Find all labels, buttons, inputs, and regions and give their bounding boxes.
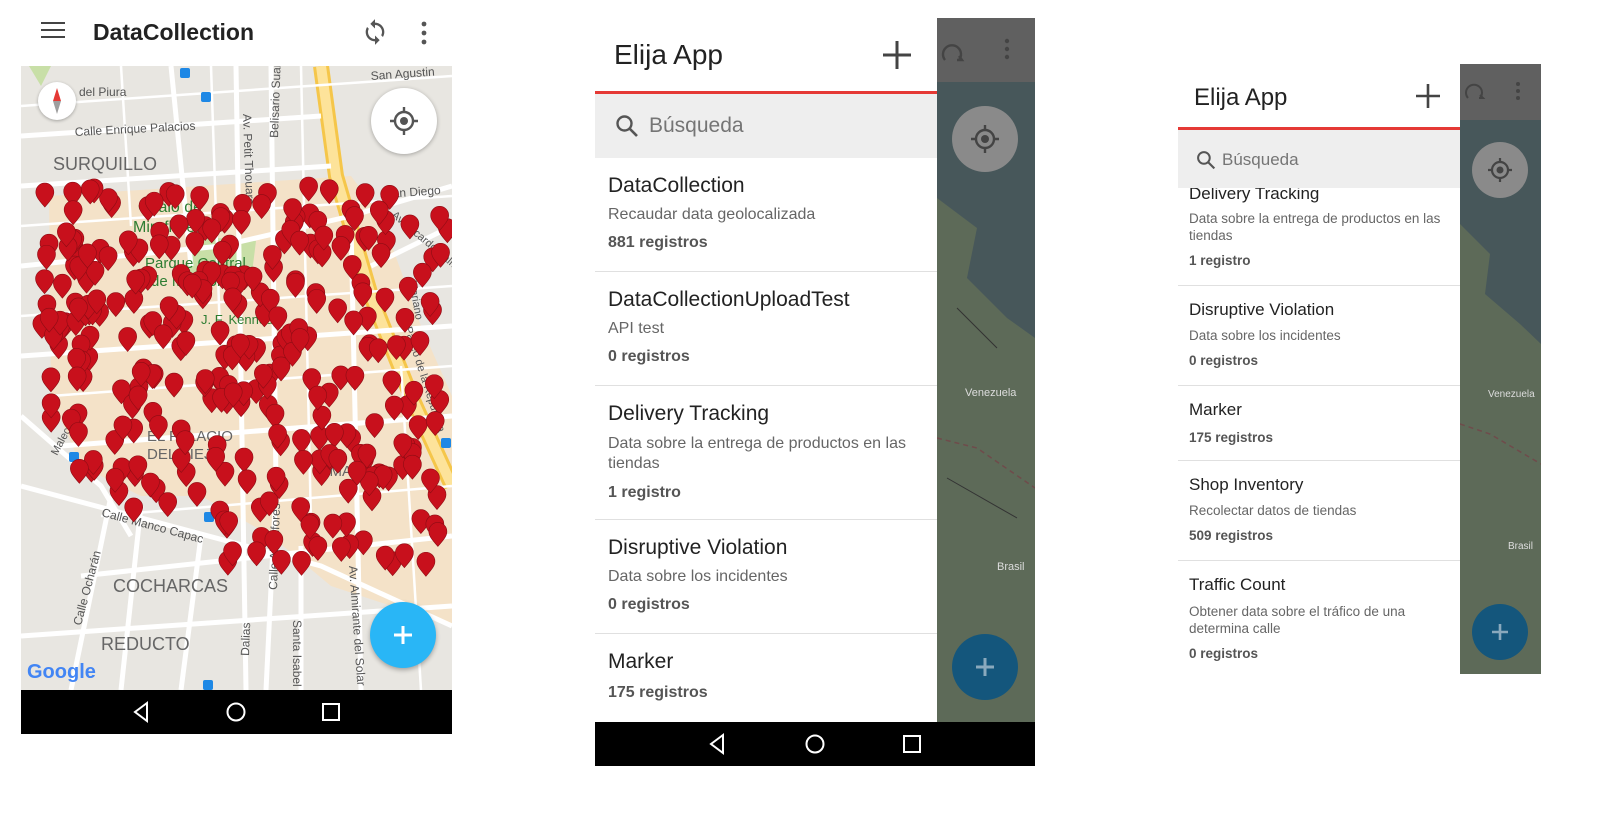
map-label: COCHARCAS [113, 576, 228, 596]
item-count: 175 registros [1189, 430, 1274, 445]
more-vert-icon[interactable] [417, 20, 431, 46]
map-canvas: del Piura San Agustin Calle Enrique Pala… [21, 66, 452, 690]
item-count: 175 registros [608, 684, 708, 701]
map-label: Santa Isabel [290, 620, 304, 687]
recents-icon[interactable] [902, 734, 922, 754]
item-description: Data sobre los incidentes [608, 568, 788, 585]
dimmed-map-background: Venezuela Brasil [937, 18, 1035, 722]
item-title: Delivery Tracking [1189, 188, 1320, 203]
item-description: Recolectar datos de tiendas [1189, 503, 1357, 518]
screenshot-collage: DataCollection del Piura San Agustin Cal… [0, 0, 1618, 824]
list-item[interactable]: Marker 175 registros [1178, 386, 1460, 461]
item-title: Disruptive Violation [1189, 300, 1335, 319]
item-count: 0 registros [608, 348, 690, 365]
search-bar [1178, 130, 1460, 188]
add-icon [1492, 624, 1508, 640]
item-title: Shop Inventory [1189, 475, 1304, 494]
map-label: REDUCTO [101, 634, 190, 654]
app-title: DataCollection [93, 19, 255, 45]
app-picker-drawer: Elija App DataCollection Recaudar data g… [595, 18, 937, 722]
my-location-icon[interactable] [1472, 142, 1528, 198]
list-item[interactable]: Shop Inventory Recolectar datos de tiend… [1178, 461, 1460, 561]
list-item[interactable]: Disruptive Violation Data sobre los inci… [595, 520, 937, 634]
app-bar: DataCollection [21, 0, 452, 66]
item-count: 509 registros [1189, 528, 1274, 543]
map-label: Dalias [238, 622, 253, 656]
home-icon[interactable] [804, 733, 826, 755]
drawer-title: Elija App [1194, 84, 1288, 111]
my-location-icon[interactable] [371, 88, 437, 154]
my-location-icon[interactable] [952, 106, 1018, 172]
phone-app-list-scrolled-screen: Venezuela Brasil Elija App Búsqueda Deli… [1178, 64, 1541, 674]
phone-app-list-screen: Venezuela Brasil Elija App Búsqueda Data… [595, 18, 1035, 766]
list-item[interactable]: DataCollectionUploadTest API test 0 regi… [595, 272, 937, 386]
search-icon [1197, 151, 1216, 170]
compass-icon[interactable] [38, 82, 76, 120]
search-bar [595, 94, 937, 158]
item-title: Marker [608, 650, 674, 673]
item-title: DataCollectionUploadTest [608, 288, 850, 311]
sync-icon[interactable] [361, 18, 389, 46]
sync-icon [1465, 83, 1486, 99]
dimmed-map-background: Venezuela Brasil [1460, 64, 1541, 674]
item-title: Delivery Tracking [608, 402, 770, 425]
item-description: Data sobre los incidentes [1189, 328, 1341, 343]
item-description: Recaudar data geolocalizada [608, 206, 816, 223]
add-fab-button[interactable] [370, 602, 436, 668]
item-count: 0 registros [1189, 646, 1259, 661]
list-item[interactable]: Traffic Count Obtener data sobre el tráf… [1178, 561, 1460, 671]
google-logo: Google [27, 661, 96, 683]
item-title: Marker [1189, 400, 1242, 419]
item-description: Data sobre la entrega de productos en la… [1189, 211, 1441, 243]
sync-icon [941, 44, 965, 62]
add-app-icon[interactable] [1415, 83, 1441, 109]
list-item[interactable]: Marker 175 registros [595, 634, 937, 722]
app-list: DataCollection Recaudar data geolocaliza… [595, 158, 937, 722]
list-item[interactable]: DataCollection Recaudar data geolocaliza… [595, 158, 937, 272]
add-fab-button[interactable] [1472, 604, 1528, 660]
back-icon[interactable] [131, 701, 153, 723]
drawer-header: Elija App [1178, 64, 1460, 130]
list-item[interactable]: Delivery Tracking Data sobre la entrega … [1178, 188, 1460, 286]
map-label: del Piura [79, 85, 127, 99]
add-icon [394, 626, 412, 644]
map-label: Venezuela [965, 387, 1017, 399]
list-item[interactable]: Delivery Tracking Data sobre la entrega … [595, 386, 937, 520]
system-nav-bar [595, 722, 1035, 766]
search-icon [616, 115, 638, 137]
add-app-icon[interactable] [881, 39, 913, 71]
menu-icon[interactable] [41, 22, 65, 44]
app-picker-drawer: Elija App Delivery Tracking Data sobre l… [1178, 64, 1460, 674]
map-label: Brasil [1508, 541, 1533, 552]
system-nav-bar [21, 690, 452, 734]
map-label: Venezuela [1488, 389, 1535, 400]
drawer-header: Elija App [595, 18, 937, 94]
app-list: Delivery Tracking Data sobre la entrega … [1178, 188, 1460, 674]
add-fab-button[interactable] [952, 634, 1018, 700]
item-count: 1 registro [1189, 253, 1251, 268]
recents-icon[interactable] [321, 702, 341, 722]
item-count: 0 registros [1189, 353, 1259, 368]
phone-map-screen: DataCollection del Piura San Agustin Cal… [21, 0, 452, 734]
item-count: 881 registros [608, 234, 708, 251]
list-item[interactable]: Disruptive Violation Data sobre los inci… [1178, 286, 1460, 386]
drawer-title: Elija App [614, 39, 723, 70]
item-description: Data sobre la entrega de productos en la… [608, 435, 906, 472]
item-title: Disruptive Violation [608, 536, 788, 559]
map-label: Brasil [997, 561, 1025, 573]
add-icon [976, 658, 994, 676]
item-title: Traffic Count [1189, 575, 1286, 594]
map-view[interactable]: del Piura San Agustin Calle Enrique Pala… [21, 66, 452, 690]
item-count: 0 registros [608, 596, 690, 613]
search-input[interactable] [649, 112, 909, 140]
item-description: Obtener data sobre el tráfico de una det… [1189, 604, 1406, 636]
back-icon[interactable] [707, 733, 729, 755]
home-icon[interactable] [225, 701, 247, 723]
item-description: API test [608, 320, 665, 337]
item-count: 1 registro [608, 484, 681, 501]
map-label: SURQUILLO [53, 154, 157, 174]
item-title: DataCollection [608, 174, 745, 197]
search-input[interactable] [1222, 148, 1442, 172]
